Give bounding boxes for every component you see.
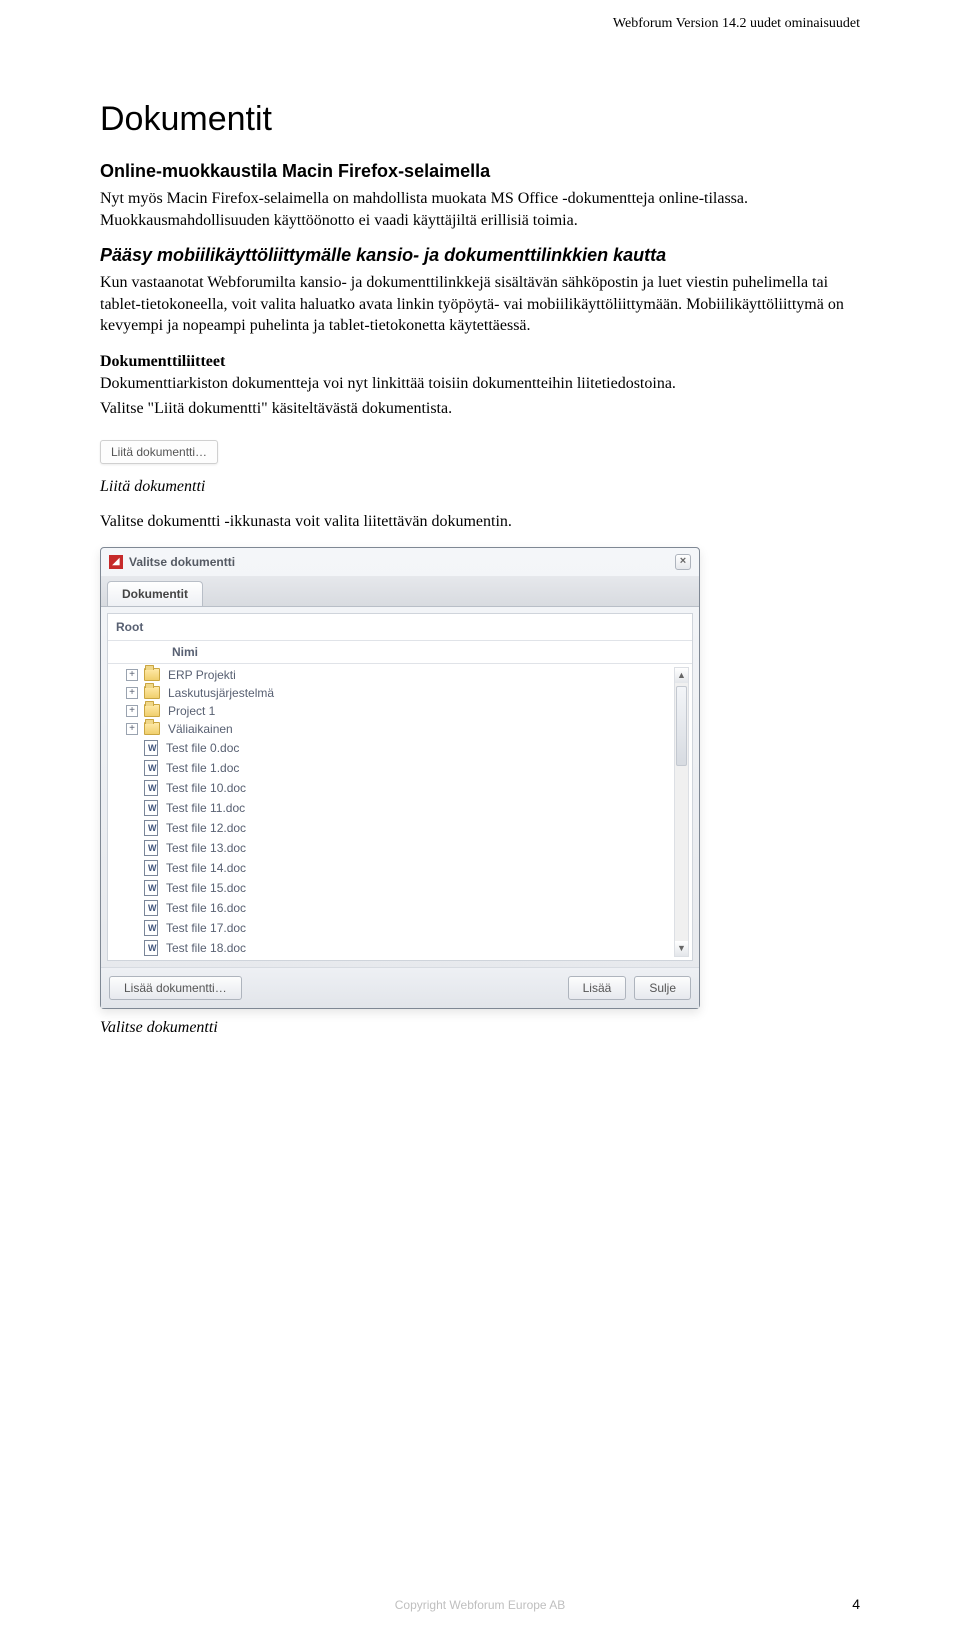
row-label: ERP Projekti: [166, 668, 236, 682]
row-label: Test file 13.doc: [164, 841, 246, 855]
section2-heading: Pääsy mobiilikäyttöliittymälle kansio- j…: [100, 245, 860, 266]
tree-folder-row[interactable]: + Väliaikainen: [108, 720, 692, 738]
word-doc-icon: [144, 860, 158, 876]
row-label: Test file 11.doc: [164, 801, 245, 815]
scrollbar[interactable]: ▲ ▼: [674, 667, 689, 957]
row-label: Test file 1.doc: [164, 761, 239, 775]
word-doc-icon: [144, 760, 158, 776]
expand-icon[interactable]: +: [126, 687, 138, 699]
section1-p1: Nyt myös Macin Firefox-selaimella on mah…: [100, 188, 860, 231]
expand-spacer: [126, 762, 138, 774]
folder-icon: [144, 668, 160, 681]
row-label: Test file 16.doc: [164, 901, 246, 915]
caption-select-doc: Valitse dokumentti: [100, 1017, 860, 1039]
tree-folder-row[interactable]: + ERP Projekti: [108, 666, 692, 684]
tree-root[interactable]: Root: [108, 614, 692, 641]
expand-spacer: [126, 942, 138, 954]
scroll-down-icon[interactable]: ▼: [675, 941, 688, 956]
section1-heading: Online-muokkaustila Macin Firefox-selaim…: [100, 161, 860, 182]
page-number: 4: [852, 1596, 860, 1612]
tree-folder-row[interactable]: + Laskutusjärjestelmä: [108, 684, 692, 702]
section3-p2: Valitse "Liitä dokumentti" käsiteltäväst…: [100, 398, 860, 420]
expand-spacer: [126, 742, 138, 754]
tree-file-row[interactable]: Test file 10.doc: [108, 778, 692, 798]
row-label: Väliaikainen: [166, 722, 233, 736]
word-doc-icon: [144, 880, 158, 896]
scroll-thumb[interactable]: [676, 686, 687, 766]
folder-icon: [144, 722, 160, 735]
tree-file-row[interactable]: Test file 1.doc: [108, 758, 692, 778]
expand-spacer: [126, 922, 138, 934]
word-doc-icon: [144, 940, 158, 956]
section2-p1: Kun vastaanotat Webforumilta kansio- ja …: [100, 272, 860, 337]
select-document-dialog: ◢ Valitse dokumentti × Dokumentit Root N…: [100, 547, 700, 1009]
expand-spacer: [126, 882, 138, 894]
expand-spacer: [126, 902, 138, 914]
add-document-button[interactable]: Lisää dokumentti…: [109, 976, 242, 1000]
footer-copyright: Copyright Webforum Europe AB: [0, 1598, 960, 1612]
attach-document-button[interactable]: Liitä dokumentti…: [100, 440, 218, 464]
row-label: Test file 0.doc: [164, 741, 239, 755]
page-title: Dokumentit: [100, 100, 860, 139]
row-label: Test file 15.doc: [164, 881, 246, 895]
column-header-name: Nimi: [172, 645, 198, 659]
expand-icon[interactable]: +: [126, 669, 138, 681]
tree-file-row[interactable]: Test file 12.doc: [108, 818, 692, 838]
section3-heading: Dokumenttiliitteet: [100, 353, 225, 370]
tree-file-row[interactable]: Test file 13.doc: [108, 838, 692, 858]
expand-spacer: [126, 862, 138, 874]
row-label: Project 1: [166, 704, 215, 718]
word-doc-icon: [144, 820, 158, 836]
folder-icon: [144, 704, 160, 717]
tree-file-row[interactable]: Test file 17.doc: [108, 918, 692, 938]
close-icon[interactable]: ×: [675, 554, 691, 570]
folder-icon: [144, 686, 160, 699]
scroll-up-icon[interactable]: ▲: [675, 668, 688, 683]
expand-icon[interactable]: +: [126, 705, 138, 717]
tree-file-row[interactable]: Test file 16.doc: [108, 898, 692, 918]
tree-file-row[interactable]: Test file 18.doc: [108, 938, 692, 958]
row-label: Test file 14.doc: [164, 861, 246, 875]
row-label: Laskutusjärjestelmä: [166, 686, 274, 700]
expand-spacer: [126, 842, 138, 854]
expand-spacer: [126, 822, 138, 834]
word-doc-icon: [144, 900, 158, 916]
word-doc-icon: [144, 740, 158, 756]
tab-documents[interactable]: Dokumentit: [107, 581, 203, 606]
header-version: Webforum Version 14.2 uudet ominaisuudet: [613, 16, 860, 32]
close-button[interactable]: Sulje: [634, 976, 691, 1000]
tree-file-row[interactable]: Test file 0.doc: [108, 738, 692, 758]
dialog-title-text: Valitse dokumentti: [129, 555, 235, 569]
caption-attach: Liitä dokumentti: [100, 476, 860, 498]
app-logo-icon: ◢: [109, 555, 123, 569]
expand-spacer: [126, 802, 138, 814]
word-doc-icon: [144, 780, 158, 796]
tree-file-row[interactable]: Test file 15.doc: [108, 878, 692, 898]
row-label: Test file 17.doc: [164, 921, 246, 935]
expand-spacer: [126, 782, 138, 794]
word-doc-icon: [144, 840, 158, 856]
word-doc-icon: [144, 800, 158, 816]
row-label: Test file 18.doc: [164, 941, 246, 955]
word-doc-icon: [144, 920, 158, 936]
tree-file-row[interactable]: Test file 11.doc: [108, 798, 692, 818]
tree-file-row[interactable]: Test file 14.doc: [108, 858, 692, 878]
add-button[interactable]: Lisää: [568, 976, 627, 1000]
choose-doc-instruction: Valitse dokumentti -ikkunasta voit valit…: [100, 511, 860, 533]
section3-p1: Dokumenttiarkiston dokumentteja voi nyt …: [100, 375, 676, 392]
row-label: Test file 10.doc: [164, 781, 246, 795]
tree-folder-row[interactable]: + Project 1: [108, 702, 692, 720]
row-label: Test file 12.doc: [164, 821, 246, 835]
expand-icon[interactable]: +: [126, 723, 138, 735]
